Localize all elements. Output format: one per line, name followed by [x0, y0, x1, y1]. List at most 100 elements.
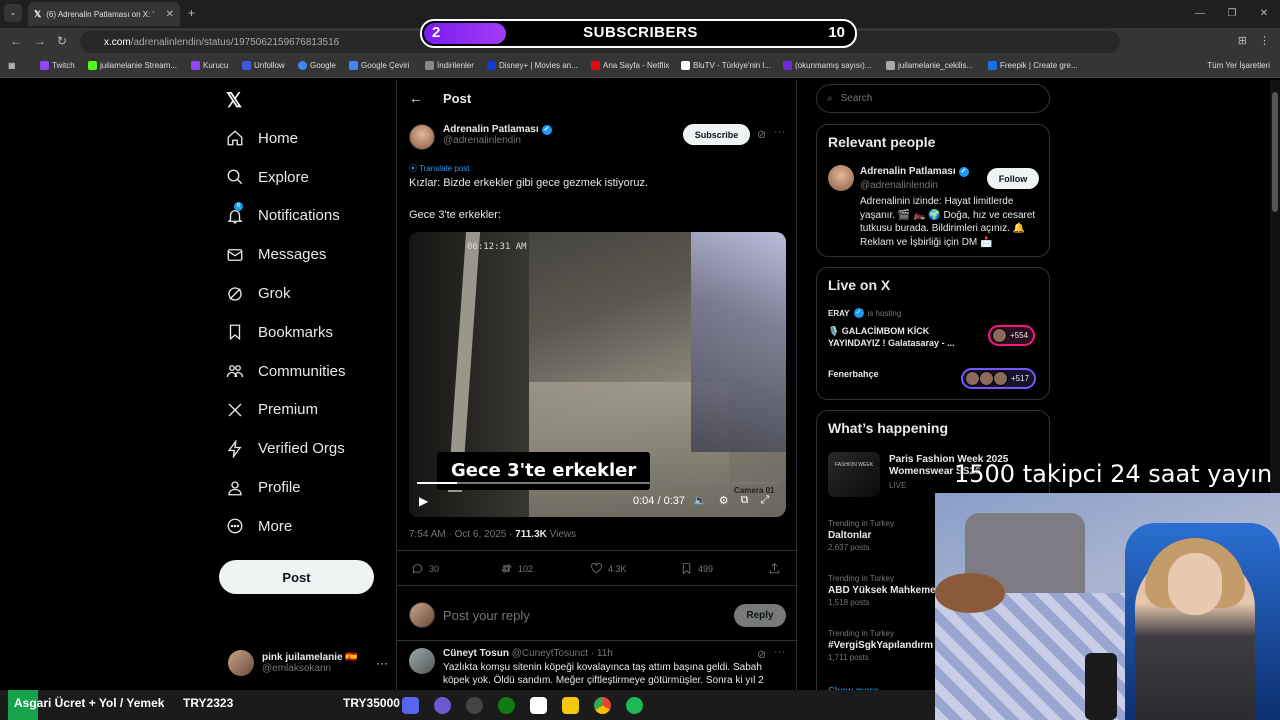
- reply-button[interactable]: Reply: [734, 603, 786, 627]
- volume-icon[interactable]: 🔈: [693, 494, 707, 507]
- bookmark-blutv[interactable]: BluTV - Türkiye'nin l...: [681, 61, 771, 70]
- nav-more[interactable]: More: [226, 507, 346, 546]
- pip-icon[interactable]: ⧉: [741, 494, 749, 507]
- bookmark-freepik[interactable]: Freepik | Create gre...: [988, 61, 1078, 70]
- settings-icon[interactable]: ⚙: [719, 494, 729, 507]
- more-icon[interactable]: ···: [774, 126, 785, 138]
- bookmark-translate[interactable]: Google Çeviri: [349, 61, 409, 70]
- apps-icon[interactable]: ▦: [8, 61, 16, 70]
- reload-icon[interactable]: ↻: [57, 34, 67, 48]
- post-button[interactable]: Post: [219, 560, 374, 594]
- person-name[interactable]: Adrenalin Patlaması ✓: [860, 166, 969, 177]
- bookmark-unread[interactable]: (okunmamış sayısı)...: [783, 61, 871, 70]
- nav-notifications[interactable]: 6 Notifications: [226, 197, 346, 236]
- nav-verified-orgs[interactable]: Verified Orgs: [226, 429, 346, 468]
- bookmark-stream[interactable]: juilamelanie Stream...: [88, 61, 177, 70]
- x-favicon-icon: 𝕏: [34, 8, 42, 19]
- reply-author-name[interactable]: Cüneyt Tosun: [443, 648, 509, 659]
- back-arrow-icon[interactable]: ←: [409, 90, 423, 106]
- reply-action[interactable]: 30: [411, 562, 439, 575]
- nav-premium[interactable]: Premium: [226, 391, 346, 430]
- grok-explain-icon[interactable]: ⊘: [757, 648, 766, 661]
- app-icon[interactable]: [434, 697, 451, 714]
- menu-icon[interactable]: ⋮: [1259, 34, 1270, 47]
- author-name[interactable]: Adrenalin Patlaması ✓: [443, 124, 552, 135]
- share-action[interactable]: [768, 562, 781, 575]
- trend-item[interactable]: Trending in Turkey #VergiSgkYapılandırm …: [828, 629, 933, 662]
- minimize-icon[interactable]: —: [1184, 0, 1216, 28]
- fullscreen-icon[interactable]: ⤢: [760, 494, 769, 507]
- tab-search-button[interactable]: ⌄: [4, 4, 22, 22]
- bookmark-disney[interactable]: Disney+ | Movies an...: [487, 61, 578, 70]
- video-player[interactable]: 06:12:31 AM Gece 3'te erkekler Camera 01…: [409, 232, 786, 517]
- scrollbar-thumb[interactable]: [1272, 92, 1278, 212]
- avatar[interactable]: [409, 648, 435, 674]
- post-timestamp[interactable]: 7:54 AM · Oct 6, 2025 ·: [409, 529, 515, 540]
- close-tab-icon[interactable]: ✕: [166, 9, 174, 20]
- nav-explore[interactable]: Explore: [226, 158, 346, 197]
- x-premium-icon: [226, 401, 244, 419]
- avatar[interactable]: [828, 165, 854, 191]
- nav-home[interactable]: Home: [226, 119, 346, 158]
- video-progress-fill: [417, 482, 457, 484]
- trend-count: 2,637 posts: [828, 543, 870, 552]
- obs-icon[interactable]: [466, 697, 483, 714]
- more-icon[interactable]: ···: [774, 646, 785, 658]
- extension-icon[interactable]: ⊞: [1238, 34, 1247, 47]
- reply-tweet[interactable]: Cüneyt Tosun @CuneytTosunct · 11h Yazlık…: [409, 648, 783, 687]
- bookmark-unfollow[interactable]: Unfollow: [242, 61, 285, 70]
- live-listener-count[interactable]: +554: [988, 325, 1036, 346]
- live-listener-count[interactable]: +517: [961, 368, 1037, 389]
- play-icon[interactable]: ▶: [419, 494, 428, 508]
- streamlabs-icon[interactable]: [530, 697, 547, 714]
- follow-button[interactable]: Follow: [987, 168, 1039, 189]
- post-author[interactable]: Adrenalin Patlaması ✓ @adrenalinlendin: [409, 124, 552, 150]
- subscriber-label: SUBSCRIBERS: [583, 24, 698, 41]
- back-icon[interactable]: ←: [10, 34, 22, 48]
- grok-explain-icon[interactable]: ⊘: [757, 128, 766, 141]
- nav-bookmarks[interactable]: Bookmarks: [226, 313, 346, 352]
- spotify-icon[interactable]: [626, 697, 643, 714]
- more-icon[interactable]: ···: [376, 656, 388, 670]
- video-progress-bar[interactable]: [417, 482, 778, 484]
- trend-item[interactable]: Trending in Turkey Daltonlar 2,637 posts: [828, 519, 894, 552]
- bookmark-downloads[interactable]: İndirilenler: [425, 61, 474, 70]
- app-icon[interactable]: [562, 697, 579, 714]
- bookmark-twitch[interactable]: Twitch: [40, 61, 75, 70]
- event-thumbnail[interactable]: FASHION WEEK: [828, 452, 880, 497]
- search-box[interactable]: ⌕ Search: [816, 84, 1050, 113]
- browser-tab[interactable]: 𝕏 (6) Adrenalin Patlaması on X: "K ✕: [28, 2, 180, 26]
- x-logo-icon[interactable]: 𝕏: [226, 88, 242, 113]
- new-tab-button[interactable]: +: [188, 6, 195, 20]
- xbox-icon[interactable]: [498, 697, 515, 714]
- avatar[interactable]: [409, 124, 435, 150]
- bookmark-cekilis[interactable]: juilamelanie_cekilis...: [886, 61, 973, 70]
- nav-communities[interactable]: Communities: [226, 352, 346, 391]
- subscribe-button[interactable]: Subscribe: [683, 124, 750, 145]
- live-host[interactable]: ERAY ✓ is hosting: [828, 308, 901, 318]
- nav-grok[interactable]: Grok: [226, 274, 346, 313]
- bookmark-action[interactable]: 499: [680, 562, 713, 575]
- repost-action[interactable]: 102: [500, 562, 533, 575]
- bookmark-netflix[interactable]: Ana Sayfa - Netflix: [591, 61, 669, 70]
- translate-post-link[interactable]: ⦿ Translate post: [409, 163, 469, 174]
- trend-item[interactable]: Trending in Turkey ABD Yüksek Mahkeme 1,…: [828, 574, 936, 607]
- nav-messages[interactable]: Messages: [226, 235, 346, 274]
- author-handle[interactable]: @adrenalinlendin: [443, 135, 552, 146]
- forward-icon[interactable]: →: [34, 34, 46, 48]
- person-handle[interactable]: @adrenalinlendin: [860, 180, 938, 191]
- like-action[interactable]: 4.3K: [590, 562, 627, 575]
- all-bookmarks[interactable]: Tüm Yer İşaretleri: [1207, 61, 1270, 70]
- reply-input[interactable]: [443, 607, 723, 623]
- discord-icon[interactable]: [402, 697, 419, 714]
- nav-profile[interactable]: Profile: [226, 468, 346, 507]
- heart-icon: [591, 563, 602, 574]
- live-stream-title[interactable]: Fenerbahçe: [828, 369, 879, 379]
- live-stream-title[interactable]: 🎙️ GALACİMBOM KİCK YAYINDAYIZ ! Galatasa…: [828, 325, 978, 349]
- close-window-icon[interactable]: ✕: [1248, 0, 1280, 28]
- restore-icon[interactable]: ❐: [1216, 0, 1248, 28]
- bookmark-kurucu[interactable]: Kurucu: [191, 61, 228, 70]
- bookmark-google[interactable]: Google: [298, 61, 336, 70]
- chrome-icon[interactable]: [594, 697, 611, 714]
- account-switcher[interactable]: pink juilamelanie 🇪🇸 @emlaksokann ···: [228, 650, 388, 676]
